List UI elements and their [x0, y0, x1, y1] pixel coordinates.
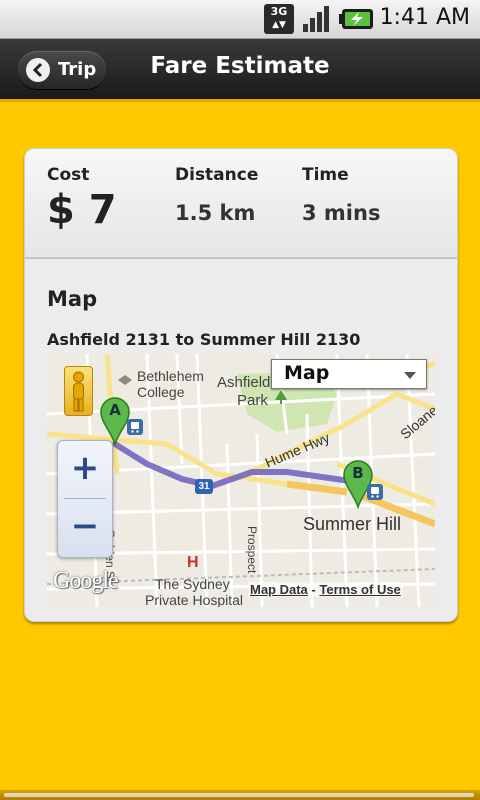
map-heading: Map: [47, 287, 98, 311]
train-station-icon: [367, 484, 383, 500]
cost-value: $ 7: [47, 187, 117, 233]
street-view-pegman-icon[interactable]: [64, 366, 93, 416]
google-logo: Google: [53, 568, 119, 594]
zoom-out-button[interactable]: −: [58, 499, 112, 556]
marker-b-label: B: [352, 464, 364, 482]
hospital-icon: H: [187, 554, 199, 571]
page-title: Fare Estimate: [150, 53, 330, 79]
school-icon: [118, 375, 132, 385]
signal-icon: [303, 6, 329, 32]
route-map[interactable]: Bethlehem College Ashfield Park Hume Hwy…: [47, 354, 435, 607]
bottom-scroll-indicator: [0, 790, 480, 800]
network-label: 3G: [270, 5, 288, 18]
time-value: 3 mins: [302, 201, 381, 225]
map-type-select[interactable]: Map: [271, 359, 427, 389]
distance-value: 1.5 km: [175, 201, 256, 225]
map-label-sydney: The Sydney: [155, 576, 230, 592]
route-31-shield: 31: [195, 479, 213, 494]
map-label-private-hospital: Private Hospital: [145, 592, 244, 607]
distance-label: Distance: [175, 165, 259, 185]
zoom-control: + −: [57, 440, 113, 558]
map-label-park: Park: [237, 392, 268, 409]
map-label-summer-hill: Summer Hill: [303, 514, 402, 534]
fare-stats: Cost $ 7 Distance 1.5 km Time 3 mins: [25, 149, 457, 259]
chevron-down-icon: [404, 372, 416, 379]
network-3g-icon: 3G ▲▼: [264, 4, 294, 34]
map-data-link[interactable]: Map Data: [250, 582, 308, 597]
map-type-value: Map: [284, 362, 330, 384]
fare-card: Cost $ 7 Distance 1.5 km Time 3 mins Map…: [24, 148, 458, 622]
terms-of-use-link[interactable]: Terms of Use: [319, 582, 400, 597]
map-label-college: College: [137, 384, 185, 400]
title-bar: Trip Fare Estimate: [0, 39, 480, 99]
map-attribution: Map Data - Terms of Use: [248, 582, 403, 597]
train-station-icon: [127, 419, 143, 435]
attribution-separator: -: [311, 582, 316, 597]
map-label-bethlehem: Bethlehem: [137, 368, 204, 384]
clock: 1:41 AM: [379, 5, 470, 30]
map-label-ashfield: Ashfield: [217, 374, 271, 391]
map-label-prospect: Prospect: [245, 526, 259, 574]
battery-charging-icon: [339, 9, 373, 29]
time-label: Time: [302, 165, 349, 185]
zoom-in-button[interactable]: +: [58, 441, 112, 498]
route-description: Ashfield 2131 to Summer Hill 2130: [47, 330, 361, 349]
marker-a-label: A: [109, 401, 121, 419]
cost-label: Cost: [47, 165, 90, 185]
park-tree-icon: [275, 390, 287, 404]
status-bar: 3G ▲▼ 1:41 AM: [0, 0, 480, 39]
title-bar-edge: [0, 99, 480, 102]
